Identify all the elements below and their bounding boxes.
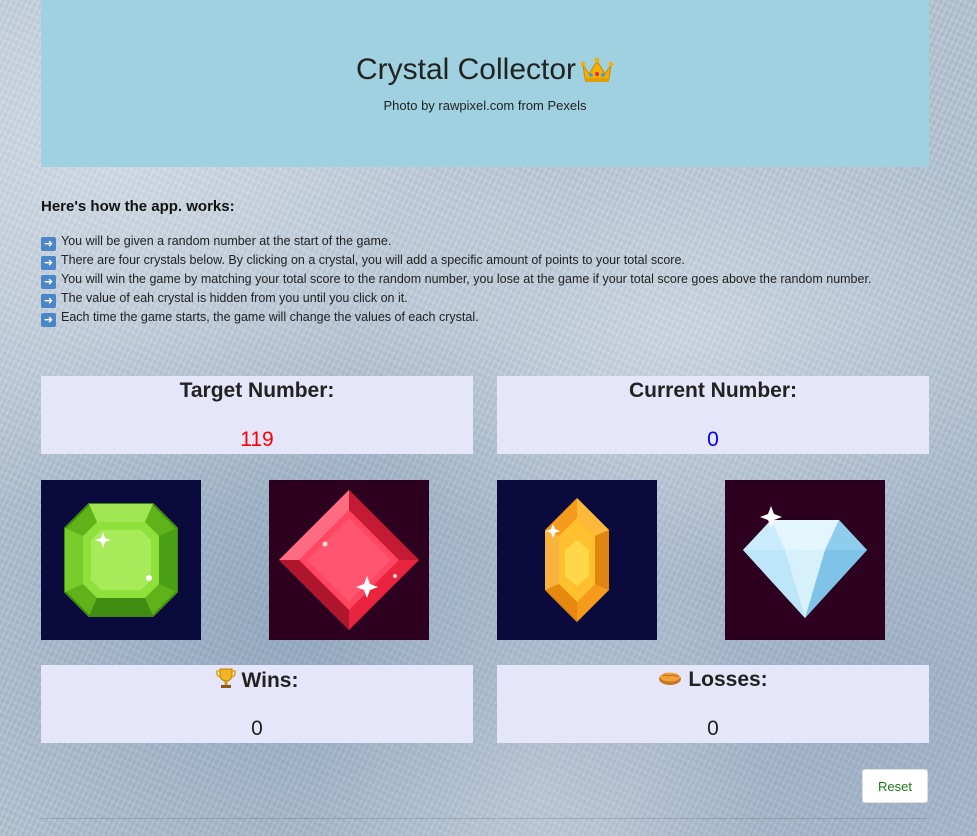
reset-button[interactable]: Reset bbox=[862, 769, 928, 803]
target-number-panel: Target Number: 119 bbox=[41, 376, 473, 454]
instruction-text: You will be given a random number at the… bbox=[61, 234, 392, 248]
red-ruby-icon bbox=[269, 480, 429, 640]
list-item: ➜ Each time the game starts, the game wil… bbox=[41, 308, 911, 327]
target-number-label: Target Number: bbox=[179, 379, 335, 402]
right-arrow-icon: ➜ bbox=[41, 294, 56, 308]
pie-icon bbox=[658, 668, 682, 694]
page-container: Crystal Collector Photo by rawpixel.com … bbox=[41, 0, 929, 819]
target-number-value: 119 bbox=[240, 428, 274, 451]
photo-credit: Photo by rawpixel.com from Pexels bbox=[383, 98, 587, 113]
instructions-list: ➜ You will be given a random number at th… bbox=[41, 232, 911, 327]
list-item: ➜ There are four crystals below. By click… bbox=[41, 251, 911, 270]
header-banner: Crystal Collector Photo by rawpixel.com … bbox=[41, 0, 929, 167]
page-title-text: Crystal Collector bbox=[355, 53, 577, 86]
wins-label-text: Wins: bbox=[241, 669, 299, 692]
losses-label: Losses: bbox=[497, 665, 929, 694]
instruction-text: Each time the game starts, the game will… bbox=[61, 310, 479, 324]
diamond-icon bbox=[725, 480, 885, 640]
instruction-text: The value of eah crystal is hidden from … bbox=[61, 291, 408, 305]
losses-panel: Losses: 0 bbox=[497, 665, 929, 743]
crystal-red-button[interactable] bbox=[269, 480, 429, 640]
right-arrow-icon: ➜ bbox=[41, 275, 56, 289]
right-arrow-icon: ➜ bbox=[41, 256, 56, 270]
list-item: ➜ The value of eah crystal is hidden from… bbox=[41, 289, 911, 308]
crystal-diamond-button[interactable] bbox=[725, 480, 885, 640]
crystal-orange-button[interactable] bbox=[497, 480, 657, 640]
list-item: ➜ You will win the game by matching your … bbox=[41, 270, 911, 289]
wins-label: Wins: bbox=[41, 665, 473, 696]
losses-value: 0 bbox=[707, 717, 719, 740]
current-number-panel: Current Number: 0 bbox=[497, 376, 929, 454]
losses-label-text: Losses: bbox=[688, 668, 768, 691]
instructions-heading: Here's how the app. works: bbox=[41, 198, 235, 215]
footer-divider bbox=[41, 818, 929, 819]
green-emerald-icon bbox=[41, 480, 201, 640]
trophy-icon bbox=[215, 667, 236, 696]
page-title: Crystal Collector bbox=[41, 52, 929, 92]
current-number-value: 0 bbox=[707, 428, 719, 451]
list-item: ➜ You will be given a random number at th… bbox=[41, 232, 911, 251]
wins-value: 0 bbox=[251, 717, 263, 740]
crown-icon bbox=[580, 56, 614, 92]
orange-topaz-icon bbox=[497, 480, 657, 640]
right-arrow-icon: ➜ bbox=[41, 313, 56, 327]
instruction-text: There are four crystals below. By clicki… bbox=[61, 253, 685, 267]
current-number-label: Current Number: bbox=[628, 379, 797, 402]
wins-panel: Wins: 0 bbox=[41, 665, 473, 743]
crystal-green-button[interactable] bbox=[41, 480, 201, 640]
instruction-text: You will win the game by matching your t… bbox=[61, 272, 872, 286]
right-arrow-icon: ➜ bbox=[41, 237, 56, 251]
